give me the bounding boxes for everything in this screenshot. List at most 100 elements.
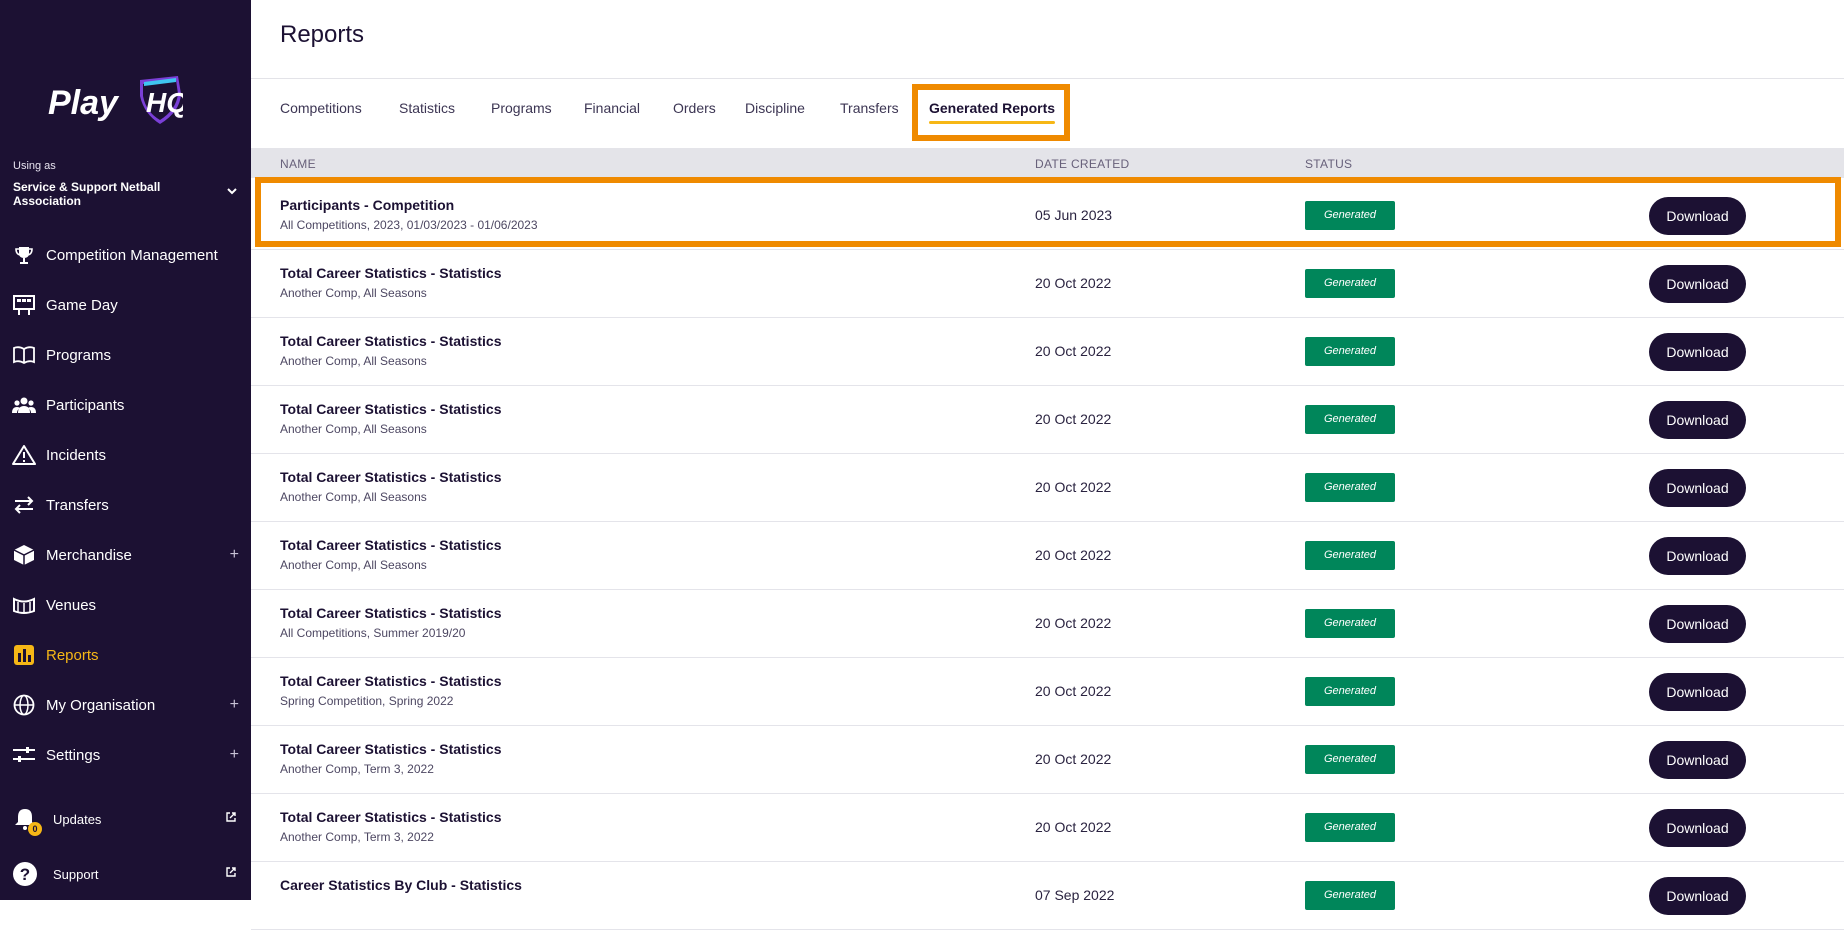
chevron-down-icon[interactable] bbox=[226, 186, 238, 196]
sidebar-item-incidents[interactable]: Incidents bbox=[0, 433, 251, 477]
arrows-icon bbox=[11, 492, 37, 518]
status-badge: Generated bbox=[1305, 269, 1395, 298]
sidebar-item-transfers[interactable]: Transfers bbox=[0, 483, 251, 527]
sidebar-item-programs[interactable]: Programs bbox=[0, 333, 251, 377]
report-name: Total Career Statistics - Statistics bbox=[280, 333, 502, 349]
sidebar: Play HQ Using as Service & Support Netba… bbox=[0, 0, 251, 900]
sidebar-item-label: Game Day bbox=[46, 296, 118, 314]
report-details: Another Comp, All Seasons bbox=[280, 422, 427, 436]
report-date: 20 Oct 2022 bbox=[1035, 411, 1112, 427]
download-button[interactable]: Download bbox=[1649, 605, 1746, 643]
trophy-icon bbox=[11, 242, 37, 268]
external-link-icon bbox=[226, 812, 236, 822]
table-row: Total Career Statistics - Statistics Ano… bbox=[251, 454, 1844, 522]
report-date: 20 Oct 2022 bbox=[1035, 819, 1112, 835]
sidebar-item-label: Programs bbox=[46, 346, 112, 364]
column-header-name[interactable]: NAME bbox=[280, 157, 316, 171]
download-button[interactable]: Download bbox=[1649, 809, 1746, 847]
report-details: Another Comp, All Seasons bbox=[280, 558, 427, 572]
download-button[interactable]: Download bbox=[1649, 401, 1746, 439]
scoreboard-icon bbox=[11, 292, 37, 318]
table-row: Total Career Statistics - Statistics Ano… bbox=[251, 386, 1844, 454]
report-name: Career Statistics By Club - Statistics bbox=[280, 877, 522, 893]
using-as-label: Using as bbox=[13, 160, 56, 172]
sidebar-item-label: Venues bbox=[46, 596, 97, 614]
report-name: Total Career Statistics - Statistics bbox=[280, 673, 502, 689]
status-badge: Generated bbox=[1305, 881, 1395, 910]
bar-chart-icon bbox=[11, 642, 37, 668]
tab-orders[interactable]: Orders bbox=[673, 100, 716, 116]
download-button[interactable]: Download bbox=[1649, 741, 1746, 779]
sidebar-item-competition-management[interactable]: Competition Management bbox=[0, 233, 251, 277]
column-header-status[interactable]: STATUS bbox=[1305, 157, 1352, 171]
download-button[interactable]: Download bbox=[1649, 537, 1746, 575]
download-button[interactable]: Download bbox=[1649, 469, 1746, 507]
download-button[interactable]: Download bbox=[1649, 265, 1746, 303]
table-row: Total Career Statistics - Statistics Spr… bbox=[251, 658, 1844, 726]
svg-text:?: ? bbox=[20, 865, 30, 884]
sidebar-item-support[interactable]: ? Support bbox=[0, 854, 251, 894]
report-details: Another Comp, All Seasons bbox=[280, 286, 427, 300]
table-row: Total Career Statistics - Statistics Ano… bbox=[251, 794, 1844, 862]
expand-plus-icon[interactable]: + bbox=[230, 746, 239, 764]
download-button[interactable]: Download bbox=[1649, 333, 1746, 371]
bell-icon: 0 bbox=[10, 804, 42, 836]
status-badge: Generated bbox=[1305, 745, 1395, 774]
sidebar-item-label: Transfers bbox=[46, 496, 109, 514]
sidebar-item-reports[interactable]: Reports bbox=[0, 633, 251, 677]
book-icon bbox=[11, 342, 37, 368]
expand-plus-icon[interactable]: + bbox=[230, 546, 239, 564]
tab-competitions[interactable]: Competitions bbox=[280, 100, 362, 116]
external-link-icon bbox=[226, 867, 236, 877]
sidebar-item-label: Incidents bbox=[46, 446, 107, 464]
sidebar-item-settings[interactable]: Settings + bbox=[0, 733, 251, 777]
sidebar-item-label: Settings bbox=[46, 746, 101, 764]
table-header: NAME DATE CREATED STATUS bbox=[251, 148, 1844, 178]
tab-transfers[interactable]: Transfers bbox=[840, 100, 899, 116]
table-row: Total Career Statistics - Statistics Ano… bbox=[251, 726, 1844, 794]
sidebar-item-label: My Organisation bbox=[46, 696, 156, 714]
status-badge: Generated bbox=[1305, 677, 1395, 706]
sidebar-item-my-organisation[interactable]: My Organisation + bbox=[0, 683, 251, 727]
tab-programs[interactable]: Programs bbox=[491, 100, 552, 116]
report-date: 07 Sep 2022 bbox=[1035, 887, 1115, 903]
warning-icon bbox=[11, 442, 37, 468]
report-details: Another Comp, Term 3, 2022 bbox=[280, 830, 434, 844]
report-details: Another Comp, All Seasons bbox=[280, 354, 427, 368]
sidebar-item-label: Updates bbox=[53, 811, 102, 827]
main-content: Reports Competitions Statistics Programs… bbox=[251, 0, 1844, 930]
download-button[interactable]: Download bbox=[1649, 673, 1746, 711]
sidebar-item-merchandise[interactable]: Merchandise + bbox=[0, 533, 251, 577]
sidebar-item-participants[interactable]: Participants bbox=[0, 383, 251, 427]
table-row: Total Career Statistics - Statistics All… bbox=[251, 590, 1844, 658]
tab-discipline[interactable]: Discipline bbox=[745, 100, 805, 116]
organisation-name[interactable]: Service & Support Netball Association bbox=[13, 180, 213, 208]
sidebar-item-label: Competition Management bbox=[46, 246, 218, 264]
table-row: Total Career Statistics - Statistics Ano… bbox=[251, 318, 1844, 386]
report-date: 20 Oct 2022 bbox=[1035, 343, 1112, 359]
sidebar-item-updates[interactable]: 0 Updates bbox=[0, 799, 251, 839]
expand-plus-icon[interactable]: + bbox=[230, 696, 239, 714]
svg-text:HQ: HQ bbox=[146, 87, 183, 118]
playhq-logo[interactable]: Play HQ bbox=[48, 72, 183, 132]
sidebar-item-label: Reports bbox=[46, 646, 99, 664]
report-date: 20 Oct 2022 bbox=[1035, 683, 1112, 699]
tab-financial[interactable]: Financial bbox=[584, 100, 640, 116]
tab-statistics[interactable]: Statistics bbox=[399, 100, 455, 116]
report-name: Total Career Statistics - Statistics bbox=[280, 401, 502, 417]
box-icon bbox=[11, 542, 37, 568]
status-badge: Generated bbox=[1305, 473, 1395, 502]
report-details: Another Comp, Term 3, 2022 bbox=[280, 762, 434, 776]
report-date: 20 Oct 2022 bbox=[1035, 615, 1112, 631]
sliders-icon bbox=[11, 742, 37, 768]
updates-count-badge: 0 bbox=[28, 822, 42, 836]
column-header-date-created[interactable]: DATE CREATED bbox=[1035, 157, 1130, 171]
table-row: Career Statistics By Club - Statistics 0… bbox=[251, 862, 1844, 930]
table-row: Total Career Statistics - Statistics Ano… bbox=[251, 250, 1844, 318]
report-date: 20 Oct 2022 bbox=[1035, 547, 1112, 563]
sidebar-item-game-day[interactable]: Game Day bbox=[0, 283, 251, 327]
stadium-icon bbox=[11, 592, 37, 618]
report-details: All Competitions, Summer 2019/20 bbox=[280, 626, 466, 640]
download-button[interactable]: Download bbox=[1649, 877, 1746, 915]
sidebar-item-venues[interactable]: Venues bbox=[0, 583, 251, 627]
